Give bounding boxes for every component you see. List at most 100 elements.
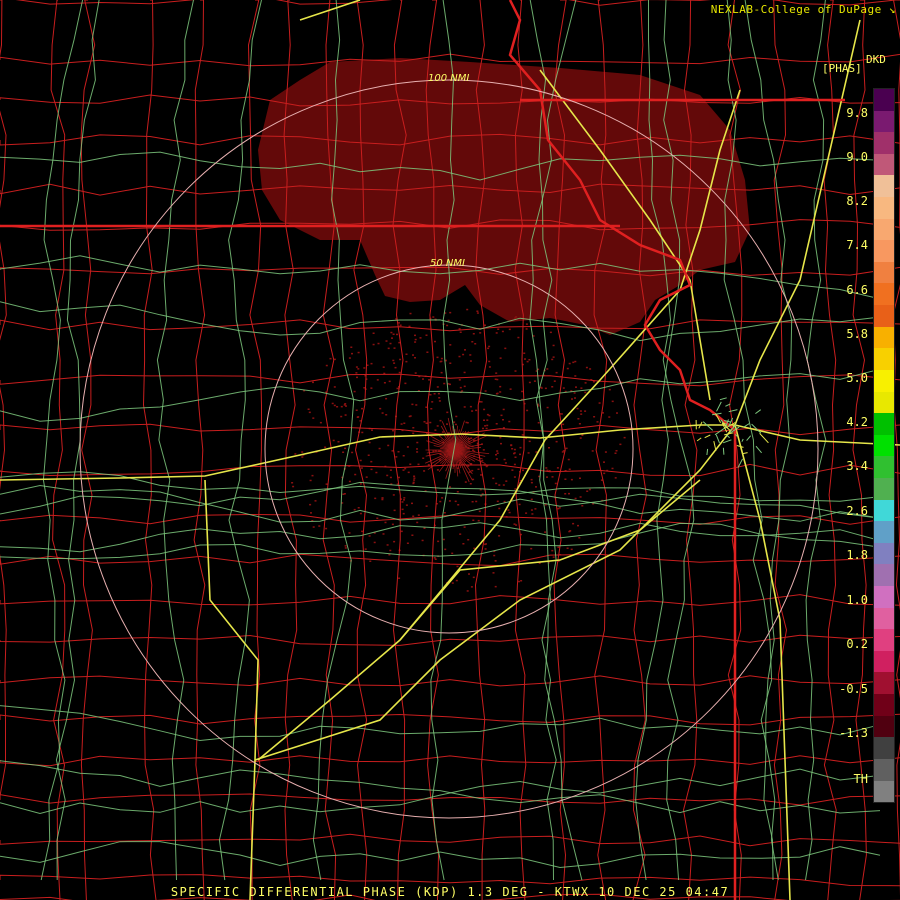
- echo-speckle: [312, 417, 315, 419]
- city-road: [702, 421, 714, 431]
- color-scale-swatch: [874, 564, 894, 587]
- echo-speckle: [546, 406, 549, 409]
- county-line: [0, 675, 900, 687]
- echo-speckle: [449, 383, 451, 386]
- echo-speckle: [453, 421, 456, 423]
- echo-speckle: [357, 416, 360, 418]
- echo-speckle: [523, 352, 526, 354]
- echo-speckle: [546, 368, 549, 370]
- echo-speckle: [361, 407, 363, 410]
- echo-speckle: [357, 368, 360, 370]
- echo-speckle: [370, 362, 373, 365]
- echo-speckle: [357, 507, 360, 509]
- echo-speckle: [466, 308, 469, 311]
- echo-speckle: [475, 409, 478, 412]
- echo-speckle: [471, 410, 474, 412]
- echo-speckle: [514, 456, 517, 458]
- echo-speckle: [354, 473, 357, 476]
- echo-speckle: [398, 476, 400, 479]
- echo-speckle: [449, 362, 452, 364]
- echo-speckle: [513, 476, 516, 478]
- echo-speckle: [499, 357, 502, 359]
- echo-speckle: [565, 447, 568, 450]
- color-scale-swatch: [874, 477, 894, 500]
- echo-speckle: [395, 456, 398, 458]
- echo-speckle: [329, 357, 332, 360]
- echo-speckle: [325, 483, 328, 485]
- echo-speckle: [376, 517, 379, 519]
- echo-speckle: [568, 362, 571, 365]
- echo-speckle: [324, 446, 327, 448]
- echo-speckle: [537, 422, 540, 424]
- echo-speckle: [416, 441, 419, 444]
- echo-speckle: [511, 448, 514, 450]
- echo-speckle: [392, 359, 395, 362]
- echo-speckle: [381, 497, 384, 499]
- echo-speckle: [412, 481, 415, 484]
- echo-speckle: [319, 421, 322, 424]
- echo-speckle: [495, 454, 497, 456]
- city-road: [722, 439, 732, 444]
- echo-speckle: [438, 397, 441, 399]
- echo-speckle: [528, 440, 531, 443]
- echo-speckle: [494, 378, 497, 380]
- echo-speckle: [502, 419, 504, 421]
- city-road: [742, 452, 748, 455]
- echo-speckle: [375, 471, 378, 474]
- color-scale-swatch: [874, 369, 894, 392]
- echo-speckle: [501, 330, 504, 333]
- echo-speckle: [447, 432, 450, 434]
- echo-speckle: [574, 397, 576, 399]
- county-line: [0, 513, 900, 525]
- echo-speckle: [394, 366, 397, 369]
- echo-speckle: [518, 580, 520, 583]
- color-scale-swatch: [874, 348, 894, 370]
- color-scale-tick: 5.8: [846, 327, 868, 341]
- echo-speckle: [531, 513, 534, 515]
- echo-speckle: [396, 333, 398, 336]
- echo-speckle: [534, 508, 537, 510]
- echo-speckle: [493, 554, 496, 557]
- echo-speckle: [402, 469, 405, 471]
- color-scale-bar: [873, 88, 895, 803]
- county-line: [0, 833, 900, 847]
- echo-speckle: [437, 392, 440, 395]
- echo-speckle: [421, 539, 424, 542]
- echo-speckle: [357, 351, 360, 354]
- echo-speckle: [423, 470, 426, 472]
- echo-speckle: [499, 391, 502, 393]
- echo-speckle: [355, 409, 358, 411]
- echo-speckle: [368, 535, 371, 537]
- echo-speckle: [355, 366, 358, 368]
- echo-speckle: [309, 479, 312, 482]
- echo-speckle: [495, 372, 498, 374]
- echo-speckle: [459, 386, 462, 389]
- echo-speckle: [530, 481, 533, 484]
- color-scale-swatch: [874, 326, 894, 349]
- echo-speckle: [301, 456, 304, 458]
- echo-speckle: [472, 576, 475, 579]
- echo-speckle: [405, 360, 408, 363]
- echo-speckle: [399, 324, 402, 326]
- echo-speckle: [446, 423, 448, 425]
- echo-speckle: [425, 422, 428, 424]
- echo-speckle: [363, 387, 366, 389]
- echo-speckle: [386, 474, 389, 477]
- echo-speckle: [484, 390, 487, 392]
- echo-speckle: [472, 333, 475, 335]
- city-road: [719, 397, 727, 401]
- echo-speckle: [484, 425, 487, 427]
- echo-speckle: [438, 400, 441, 402]
- echo-speckle: [570, 548, 573, 551]
- echo-speckle: [492, 572, 495, 574]
- radar-map: [0, 0, 900, 900]
- echo-speckle: [426, 351, 429, 353]
- echo-speckle: [434, 558, 437, 560]
- echo-speckle: [398, 577, 401, 579]
- echo-speckle: [344, 447, 347, 450]
- echo-speckle: [381, 412, 384, 414]
- echo-speckle: [398, 371, 401, 374]
- echo-speckle: [603, 472, 606, 475]
- color-scale-tick: TH: [853, 772, 868, 786]
- county-line: [0, 0, 7, 799]
